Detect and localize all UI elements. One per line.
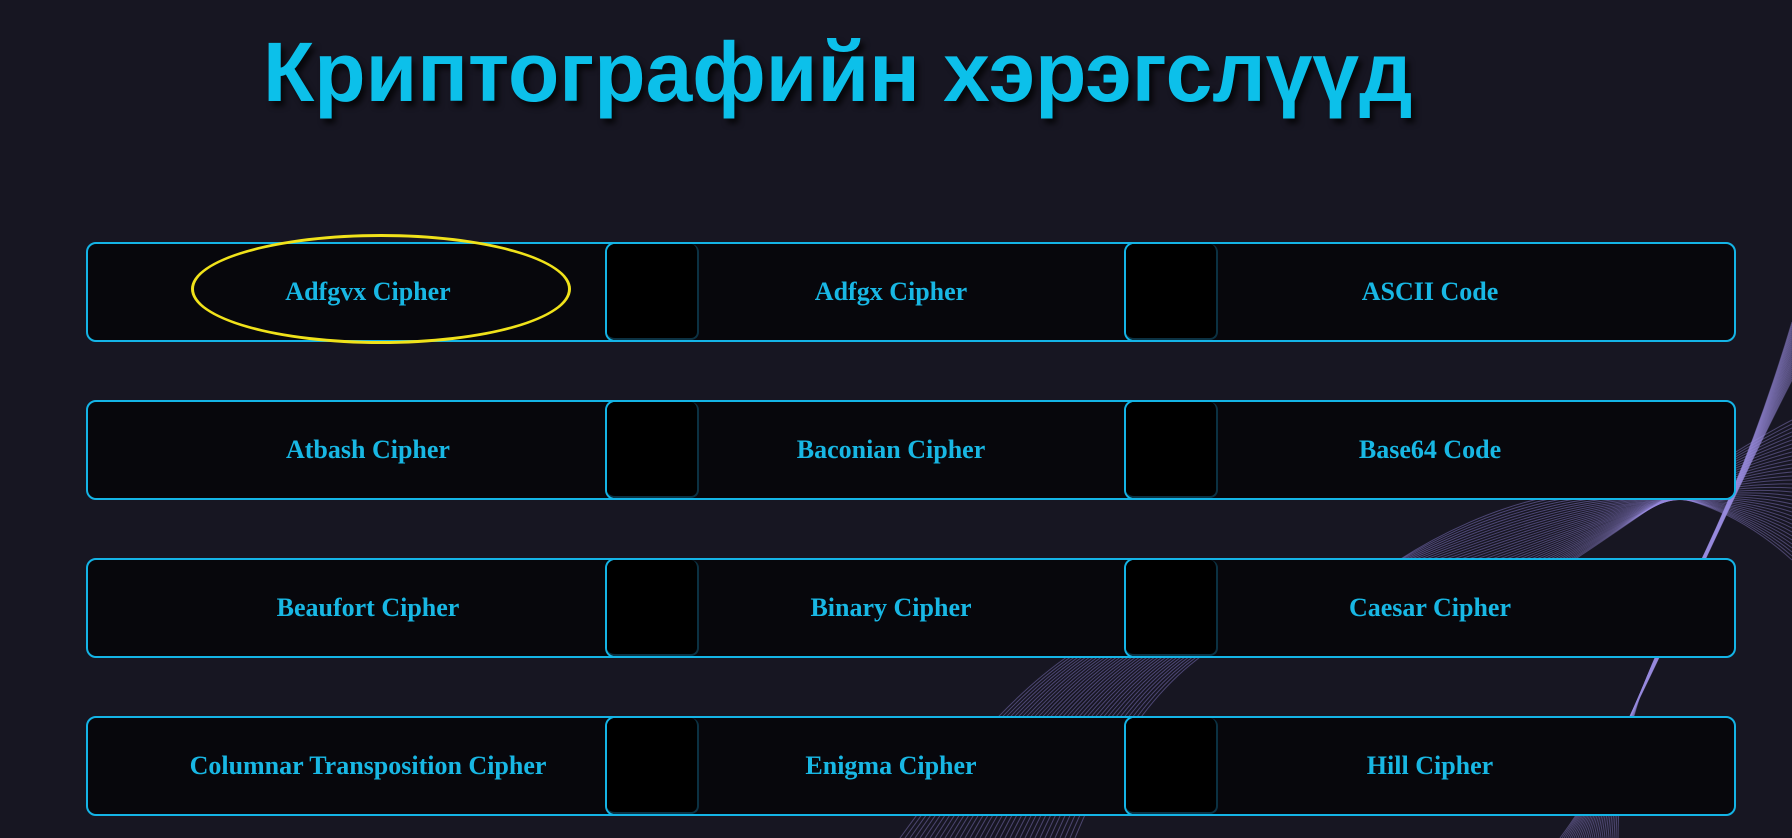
tool-card-columnar-transposition-cipher[interactable]: Columnar Transposition Cipher: [86, 716, 650, 816]
card-overlap-tab: [1126, 560, 1218, 656]
tool-card-label: Beaufort Cipher: [276, 593, 460, 622]
tool-card-label: Adfgx Cipher: [814, 277, 968, 306]
tool-card-label: Binary Cipher: [810, 593, 972, 622]
page-title: Криптографийн хэрэгслүүд: [263, 25, 1413, 119]
tool-card-binary-cipher[interactable]: Binary Cipher: [605, 558, 1177, 658]
card-overlap-tab: [607, 244, 699, 340]
tool-card-label: Columnar Transposition Cipher: [189, 751, 547, 780]
tool-card-base64-code[interactable]: Base64 Code: [1124, 400, 1736, 500]
tool-card-atbash-cipher[interactable]: Atbash Cipher: [86, 400, 650, 500]
tool-card-label: Enigma Cipher: [805, 751, 977, 780]
card-overlap-tab: [1126, 718, 1218, 814]
tool-card-label: Hill Cipher: [1366, 751, 1494, 780]
tool-row: Beaufort Cipher Binary Cipher Caesar Ciphe…: [86, 558, 1736, 662]
tool-row: Atbash Cipher Baconian Cipher Base64 Code: [86, 400, 1736, 504]
card-overlap-tab: [607, 560, 699, 656]
card-overlap-tab: [607, 402, 699, 498]
tool-card-beaufort-cipher[interactable]: Beaufort Cipher: [86, 558, 650, 658]
card-overlap-tab: [1126, 402, 1218, 498]
tool-card-label: Baconian Cipher: [796, 435, 986, 464]
tool-card-label: Adfgvx Cipher: [285, 277, 451, 306]
tool-card-label: Atbash Cipher: [286, 435, 450, 464]
tool-card-enigma-cipher[interactable]: Enigma Cipher: [605, 716, 1177, 816]
tool-card-label: ASCII Code: [1361, 277, 1499, 306]
card-overlap-tab: [607, 718, 699, 814]
tool-card-ascii-code[interactable]: ASCII Code: [1124, 242, 1736, 342]
tool-card-baconian-cipher[interactable]: Baconian Cipher: [605, 400, 1177, 500]
tool-card-label: Caesar Cipher: [1348, 593, 1511, 622]
tool-card-adfgvx-cipher[interactable]: Adfgvx Cipher: [86, 242, 650, 342]
tool-card-label: Base64 Code: [1358, 435, 1502, 464]
tool-row: Columnar Transposition Cipher Enigma Ciph…: [86, 716, 1736, 820]
tool-card-hill-cipher[interactable]: Hill Cipher: [1124, 716, 1736, 816]
tool-card-caesar-cipher[interactable]: Caesar Cipher: [1124, 558, 1736, 658]
tool-row: Adfgvx Cipher Adfgx Cipher ASCII Code: [86, 242, 1736, 346]
tool-card-adfgx-cipher[interactable]: Adfgx Cipher: [605, 242, 1177, 342]
card-overlap-tab: [1126, 244, 1218, 340]
